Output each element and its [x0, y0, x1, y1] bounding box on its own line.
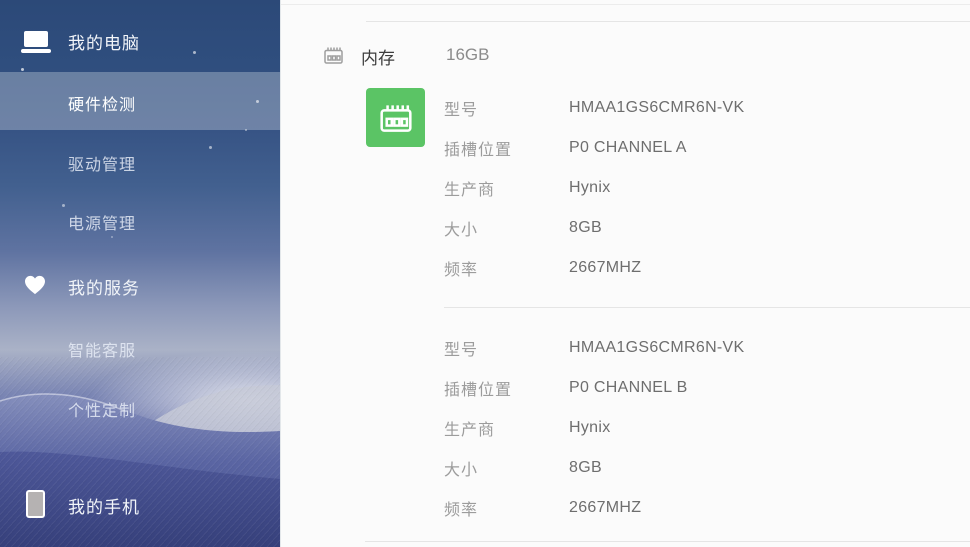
sidebar-item-hardware-check[interactable]: 硬件检测: [0, 83, 280, 123]
memory-total-value: 16GB: [446, 45, 490, 64]
memory-module-a-details: 型号 HMAA1GS6CMR6N-VK 插槽位置 P0 CHANNEL A 生产…: [444, 88, 970, 288]
detail-label: 大小: [444, 462, 479, 479]
detail-row: 生产商 Hynix: [444, 168, 970, 208]
detail-label: 生产商: [444, 422, 496, 439]
detail-value: P0 CHANNEL A: [569, 139, 687, 156]
sidebar-item-label: 硬件检测: [68, 97, 137, 114]
detail-label: 大小: [444, 222, 479, 239]
memory-section-header: 内存 16GB: [281, 44, 970, 68]
sidebar-item-label: 电源管理: [68, 216, 137, 233]
divider: [444, 307, 970, 308]
sidebar-item-personalization[interactable]: 个性定制: [0, 389, 280, 429]
detail-row: 型号 HMAA1GS6CMR6N-VK: [444, 328, 970, 368]
sidebar-item-my-services[interactable]: 我的服务: [0, 266, 280, 306]
detail-label: 频率: [444, 262, 479, 279]
sidebar-item-my-phone[interactable]: 我的手机: [0, 485, 280, 525]
detail-label: 型号: [444, 102, 479, 119]
sidebar-item-label: 智能客服: [68, 343, 137, 360]
detail-label: 生产商: [444, 182, 496, 199]
star-dot: [21, 68, 24, 71]
sidebar-item-power-management[interactable]: 电源管理: [0, 202, 280, 242]
section-title: 内存: [361, 49, 395, 68]
divider: [365, 541, 970, 542]
sidebar-item-label: 我的电脑: [68, 33, 140, 53]
detail-value: 2667MHZ: [569, 499, 642, 516]
ram-module-icon: [366, 88, 425, 147]
detail-value: 8GB: [569, 459, 602, 476]
divider: [281, 4, 970, 5]
laptop-icon: [21, 31, 51, 53]
memory-module-b-details: 型号 HMAA1GS6CMR6N-VK 插槽位置 P0 CHANNEL B 生产…: [444, 328, 970, 528]
detail-value: 8GB: [569, 219, 602, 236]
detail-row: 大小 8GB: [444, 448, 970, 488]
detail-value: 2667MHZ: [569, 259, 642, 276]
detail-value: HMAA1GS6CMR6N-VK: [569, 99, 745, 116]
detail-row: 频率 2667MHZ: [444, 488, 970, 528]
detail-row: 频率 2667MHZ: [444, 248, 970, 288]
detail-value: P0 CHANNEL B: [569, 379, 688, 396]
ram-icon: [323, 46, 344, 70]
sidebar-item-my-computer[interactable]: 我的电脑: [0, 21, 280, 61]
sidebar: 我的电脑 硬件检测 驱动管理 电源管理 我的服务 智能客服 个性定制 我的手机: [0, 0, 280, 547]
divider: [366, 21, 970, 22]
detail-label: 插槽位置: [444, 142, 513, 159]
detail-row: 插槽位置 P0 CHANNEL A: [444, 128, 970, 168]
detail-row: 型号 HMAA1GS6CMR6N-VK: [444, 88, 970, 128]
detail-label: 型号: [444, 342, 479, 359]
detail-label: 插槽位置: [444, 382, 513, 399]
detail-row: 生产商 Hynix: [444, 408, 970, 448]
detail-value: HMAA1GS6CMR6N-VK: [569, 339, 745, 356]
app-window: 我的电脑 硬件检测 驱动管理 电源管理 我的服务 智能客服 个性定制 我的手机 …: [0, 0, 970, 547]
detail-label: 频率: [444, 502, 479, 519]
hardware-detail-panel: 内存 16GB 型号 HMAA1GS6CMR6N-VK 插槽位置 P0 CHAN…: [280, 0, 970, 547]
detail-row: 插槽位置 P0 CHANNEL B: [444, 368, 970, 408]
sidebar-item-label: 个性定制: [68, 403, 137, 420]
heart-icon: [24, 275, 46, 295]
sidebar-item-label: 我的手机: [68, 497, 140, 517]
detail-value: Hynix: [569, 179, 611, 196]
sidebar-item-driver-management[interactable]: 驱动管理: [0, 143, 280, 183]
sidebar-item-label: 驱动管理: [68, 157, 137, 174]
sidebar-item-label: 我的服务: [68, 278, 140, 298]
detail-value: Hynix: [569, 419, 611, 436]
detail-row: 大小 8GB: [444, 208, 970, 248]
phone-icon: [26, 490, 45, 518]
sidebar-item-smart-support[interactable]: 智能客服: [0, 329, 280, 369]
